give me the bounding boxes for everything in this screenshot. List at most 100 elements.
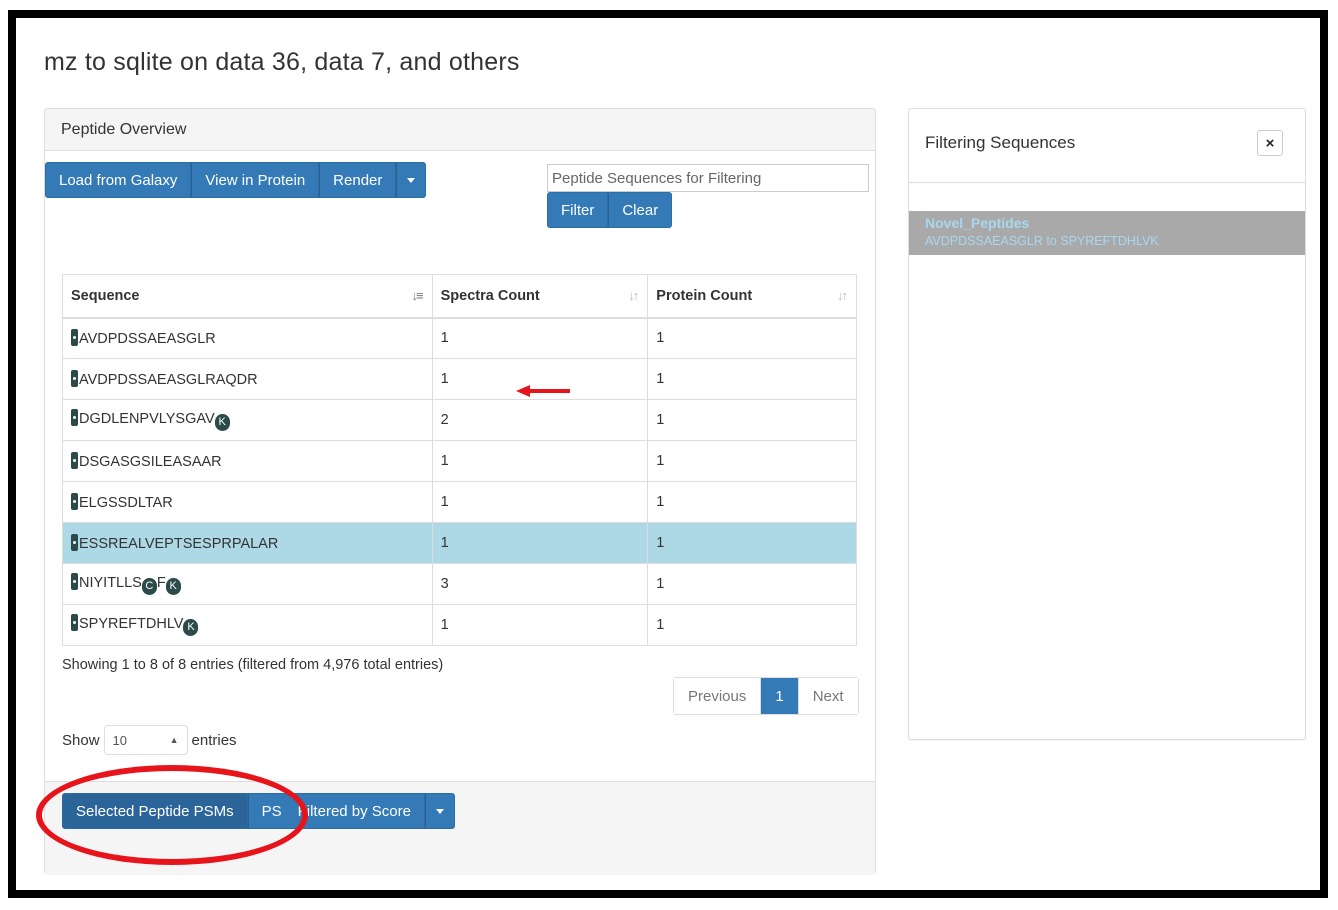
table-header-row: Sequence ↓≡ Spectra Count ↓↑ Protein Cou… (62, 274, 857, 319)
screenshot-frame: mz to sqlite on data 36, data 7, and oth… (8, 10, 1328, 898)
table-row[interactable]: NIYITLLS C F K 3 1 (62, 563, 857, 605)
page-length-value: 10 (112, 732, 127, 748)
table-row-selected[interactable]: ESSREALVEPTSESPRPALAR 1 1 (62, 522, 857, 564)
spectra-count-cell: 2 (431, 399, 649, 441)
table-info-text: Showing 1 to 8 of 8 entries (filtered fr… (62, 657, 444, 673)
filter-item-range: AVDPDSSAEASGLR to SPYREFTDHLVK (925, 234, 1159, 248)
filter-sequence-item[interactable]: Novel_Peptides AVDPDSSAEASGLR to SPYREFT… (909, 211, 1305, 255)
filtering-sequences-panel: Filtering Sequences × Novel_Peptides AVD… (908, 108, 1306, 740)
filter-button[interactable]: Filter (547, 192, 609, 228)
table-row[interactable]: SPYREFTDHLV K 1 1 (62, 604, 857, 646)
load-from-galaxy-button[interactable]: Load from Galaxy (45, 162, 192, 198)
table-row[interactable]: DGDLENPVLYSGAV K 2 1 (62, 399, 857, 441)
protein-count-cell: 1 (647, 358, 857, 400)
protein-count-cell: 1 (647, 440, 857, 482)
show-label: Show (62, 731, 100, 749)
close-icon[interactable]: × (1257, 130, 1283, 156)
clear-button[interactable]: Clear (608, 192, 673, 228)
sequence-cell: SPYREFTDHLV K (62, 604, 433, 646)
sort-ascending-icon: ↓≡ (411, 288, 424, 303)
column-label: Protein Count (656, 287, 753, 304)
n-term-mod-icon (71, 614, 78, 631)
modified-residue-icon: K (214, 414, 230, 431)
table-row[interactable]: ELGSSDLTAR 1 1 (62, 481, 857, 523)
sequence-text: ELGSSDLTAR (79, 495, 173, 511)
button-label-part: Filtered by Score (297, 802, 411, 820)
filter-button-group: Filter Clear (547, 192, 673, 228)
psms-filtered-by-score-button[interactable]: PS Filtered by Score (247, 793, 425, 829)
sequence-cell: AVDPDSSAEASGLR (62, 317, 433, 359)
selected-peptide-psms-button[interactable]: Selected Peptide PSMs (62, 793, 248, 829)
select-arrows-icon: ▲ (169, 735, 179, 745)
pagination: Previous 1 Next (673, 677, 859, 715)
column-header-sequence[interactable]: Sequence ↓≡ (62, 274, 433, 319)
spectra-count-cell: 1 (431, 440, 649, 482)
modified-residue-icon: K (165, 578, 181, 595)
sequence-text: NIYITLLS (79, 575, 142, 591)
spectra-count-cell: 1 (431, 358, 649, 400)
peptide-filter-input[interactable] (547, 164, 869, 192)
sequence-text: ESSREALVEPTSESPRPALAR (79, 536, 279, 552)
toolbar-button-group: Load from Galaxy View in Protein Render (45, 162, 427, 198)
sequence-text: DSGASGSILEASAAR (79, 454, 222, 470)
sequence-cell: ESSREALVEPTSESPRPALAR (62, 522, 433, 564)
page-length-select[interactable]: 10 ▲ (103, 725, 188, 755)
page-length-control: Show 10 ▲ entries (62, 725, 237, 755)
table-row[interactable]: AVDPDSSAEASGLR 1 1 (62, 317, 857, 359)
sequence-cell: ELGSSDLTAR (62, 481, 433, 523)
sequence-text: SPYREFTDHLV (79, 616, 184, 632)
table-row[interactable]: AVDPDSSAEASGLRAQDR 1 1 (62, 358, 857, 400)
protein-count-cell: 1 (647, 317, 857, 359)
n-term-mod-icon (71, 534, 78, 551)
page-title: mz to sqlite on data 36, data 7, and oth… (44, 48, 520, 76)
sequence-cell: AVDPDSSAEASGLRAQDR (62, 358, 433, 400)
n-term-mod-icon (71, 493, 78, 510)
peptide-overview-panel: Peptide Overview Load from Galaxy View i… (44, 108, 876, 874)
spectra-count-cell: 3 (431, 563, 649, 605)
column-header-protein-count[interactable]: Protein Count ↓↑ (647, 274, 857, 319)
filter-item-name: Novel_Peptides (925, 215, 1030, 231)
spectra-count-cell: 1 (431, 317, 649, 359)
panel-footer: Selected Peptide PSMs PS Filtered by Sco… (45, 781, 875, 874)
column-label: Sequence (71, 287, 140, 304)
button-label-part: PS (261, 802, 282, 820)
panel-heading: Peptide Overview (45, 109, 875, 151)
spectra-count-cell: 1 (431, 481, 649, 523)
spectra-count-cell: 1 (431, 522, 649, 564)
sequence-cell: NIYITLLS C F K (62, 563, 433, 605)
psm-button-group: Selected Peptide PSMs PS Filtered by Sco… (62, 793, 455, 829)
sequence-text: DGDLENPVLYSGAV (79, 411, 215, 427)
sequence-text: F (156, 575, 166, 591)
page-1-button[interactable]: 1 (761, 678, 799, 714)
modified-residue-icon: K (183, 619, 199, 636)
n-term-mod-icon (71, 409, 78, 426)
protein-count-cell: 1 (647, 522, 857, 564)
previous-page-button[interactable]: Previous (674, 678, 762, 714)
peptide-table: Sequence ↓≡ Spectra Count ↓↑ Protein Cou… (62, 274, 857, 646)
panel-title: Filtering Sequences (925, 133, 1076, 152)
spectra-count-cell: 1 (431, 604, 649, 646)
caret-down-icon (436, 808, 444, 814)
protein-count-cell: 1 (647, 481, 857, 523)
next-page-button[interactable]: Next (798, 678, 858, 714)
sequence-cell: DSGASGSILEASAAR (62, 440, 433, 482)
sequence-text: AVDPDSSAEASGLRAQDR (79, 372, 258, 388)
caret-down-icon (407, 177, 416, 183)
protein-count-cell: 1 (647, 604, 857, 646)
protein-count-cell: 1 (647, 399, 857, 441)
view-in-protein-button[interactable]: View in Protein (191, 162, 320, 198)
sort-icon: ↓↑ (837, 288, 848, 303)
column-header-spectra-count[interactable]: Spectra Count ↓↑ (431, 274, 649, 319)
sequence-text: AVDPDSSAEASGLR (79, 331, 216, 348)
n-term-mod-icon (71, 573, 78, 590)
protein-count-cell: 1 (647, 563, 857, 605)
table-row[interactable]: DSGASGSILEASAAR 1 1 (62, 440, 857, 482)
n-term-mod-icon (71, 370, 78, 387)
render-dropdown-toggle[interactable] (396, 162, 427, 198)
n-term-mod-icon (71, 452, 78, 469)
n-term-mod-icon (71, 329, 78, 347)
render-button[interactable]: Render (319, 162, 397, 198)
modified-residue-icon: C (141, 578, 157, 595)
psm-dropdown-toggle[interactable] (425, 793, 455, 829)
panel-heading: Filtering Sequences × (909, 109, 1305, 183)
